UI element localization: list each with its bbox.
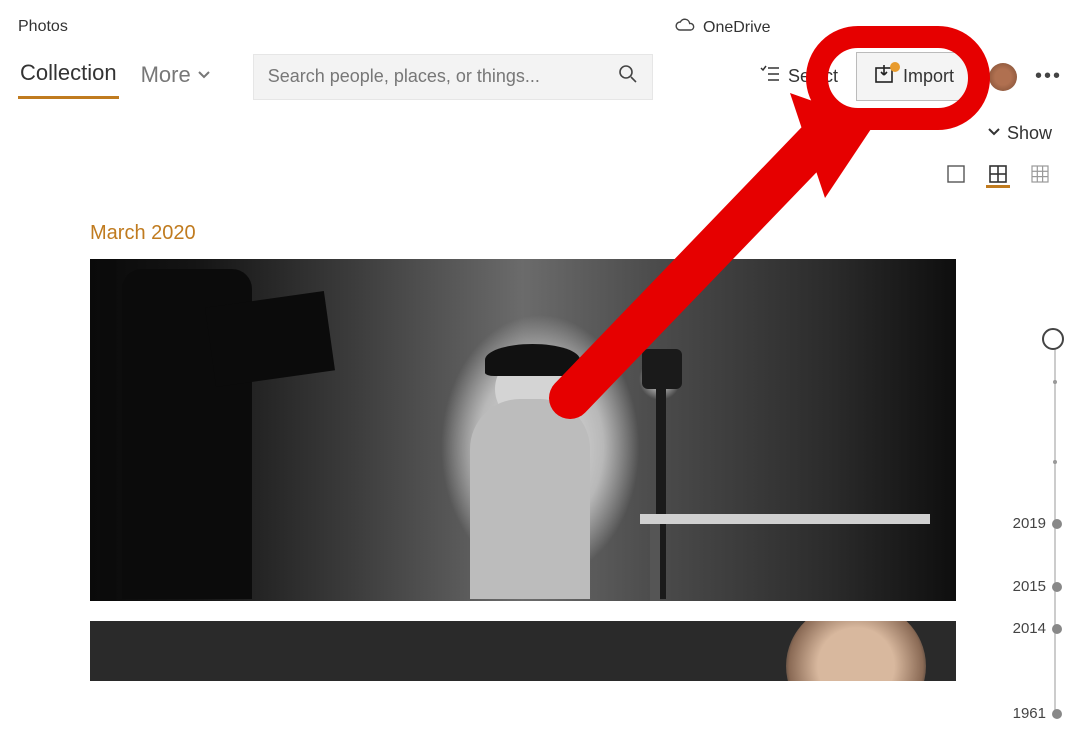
view-size-row <box>0 144 1080 188</box>
user-avatar[interactable] <box>989 63 1017 91</box>
more-menu-button[interactable]: ••• <box>1035 65 1062 88</box>
timeline-year[interactable]: 2019 <box>1013 515 1062 532</box>
view-single-icon[interactable] <box>944 164 968 188</box>
photo-thumbnail[interactable] <box>90 621 956 681</box>
checklist-icon <box>760 65 780 88</box>
tab-collection[interactable]: Collection <box>18 54 119 99</box>
search-input[interactable] <box>268 66 610 87</box>
timeline-tick <box>1053 380 1057 384</box>
toolbar-right: Select Import ••• <box>760 52 1062 101</box>
topbar: Collection More Select <box>0 36 1080 101</box>
year-timeline[interactable]: 2019 2015 2014 1961 <box>1004 320 1064 738</box>
show-dropdown[interactable]: Show <box>987 123 1052 144</box>
view-medium-grid-icon[interactable] <box>986 164 1010 188</box>
timeline-year[interactable]: 2015 <box>1013 578 1062 595</box>
collection-content: March 2020 <box>0 188 1080 681</box>
timeline-year[interactable]: 2014 <box>1013 620 1062 637</box>
photo-thumbnail[interactable] <box>90 259 956 601</box>
filter-row: Show <box>0 101 1080 144</box>
search-icon[interactable] <box>618 64 638 89</box>
search-box[interactable] <box>253 54 653 100</box>
onedrive-status[interactable]: OneDrive <box>675 18 771 37</box>
timeline-current-marker[interactable] <box>1042 328 1064 350</box>
timeline-tick <box>1053 460 1057 464</box>
tab-more[interactable]: More <box>139 56 213 98</box>
date-section-title: March 2020 <box>90 222 970 245</box>
import-notification-dot <box>890 62 900 72</box>
tab-more-label: More <box>141 62 191 88</box>
select-button[interactable]: Select <box>760 65 838 88</box>
timeline-year[interactable]: 1961 <box>1013 705 1062 722</box>
select-label: Select <box>788 66 838 87</box>
chevron-down-icon <box>987 123 1001 144</box>
ellipsis-icon: ••• <box>1035 65 1062 88</box>
show-label: Show <box>1007 123 1052 144</box>
import-button[interactable]: Import <box>856 52 971 101</box>
chevron-down-icon <box>197 62 211 88</box>
cloud-icon <box>675 18 695 37</box>
app-title: Photos <box>0 0 1080 36</box>
onedrive-label: OneDrive <box>703 19 771 37</box>
view-small-grid-icon[interactable] <box>1028 164 1052 188</box>
import-label: Import <box>903 66 954 87</box>
